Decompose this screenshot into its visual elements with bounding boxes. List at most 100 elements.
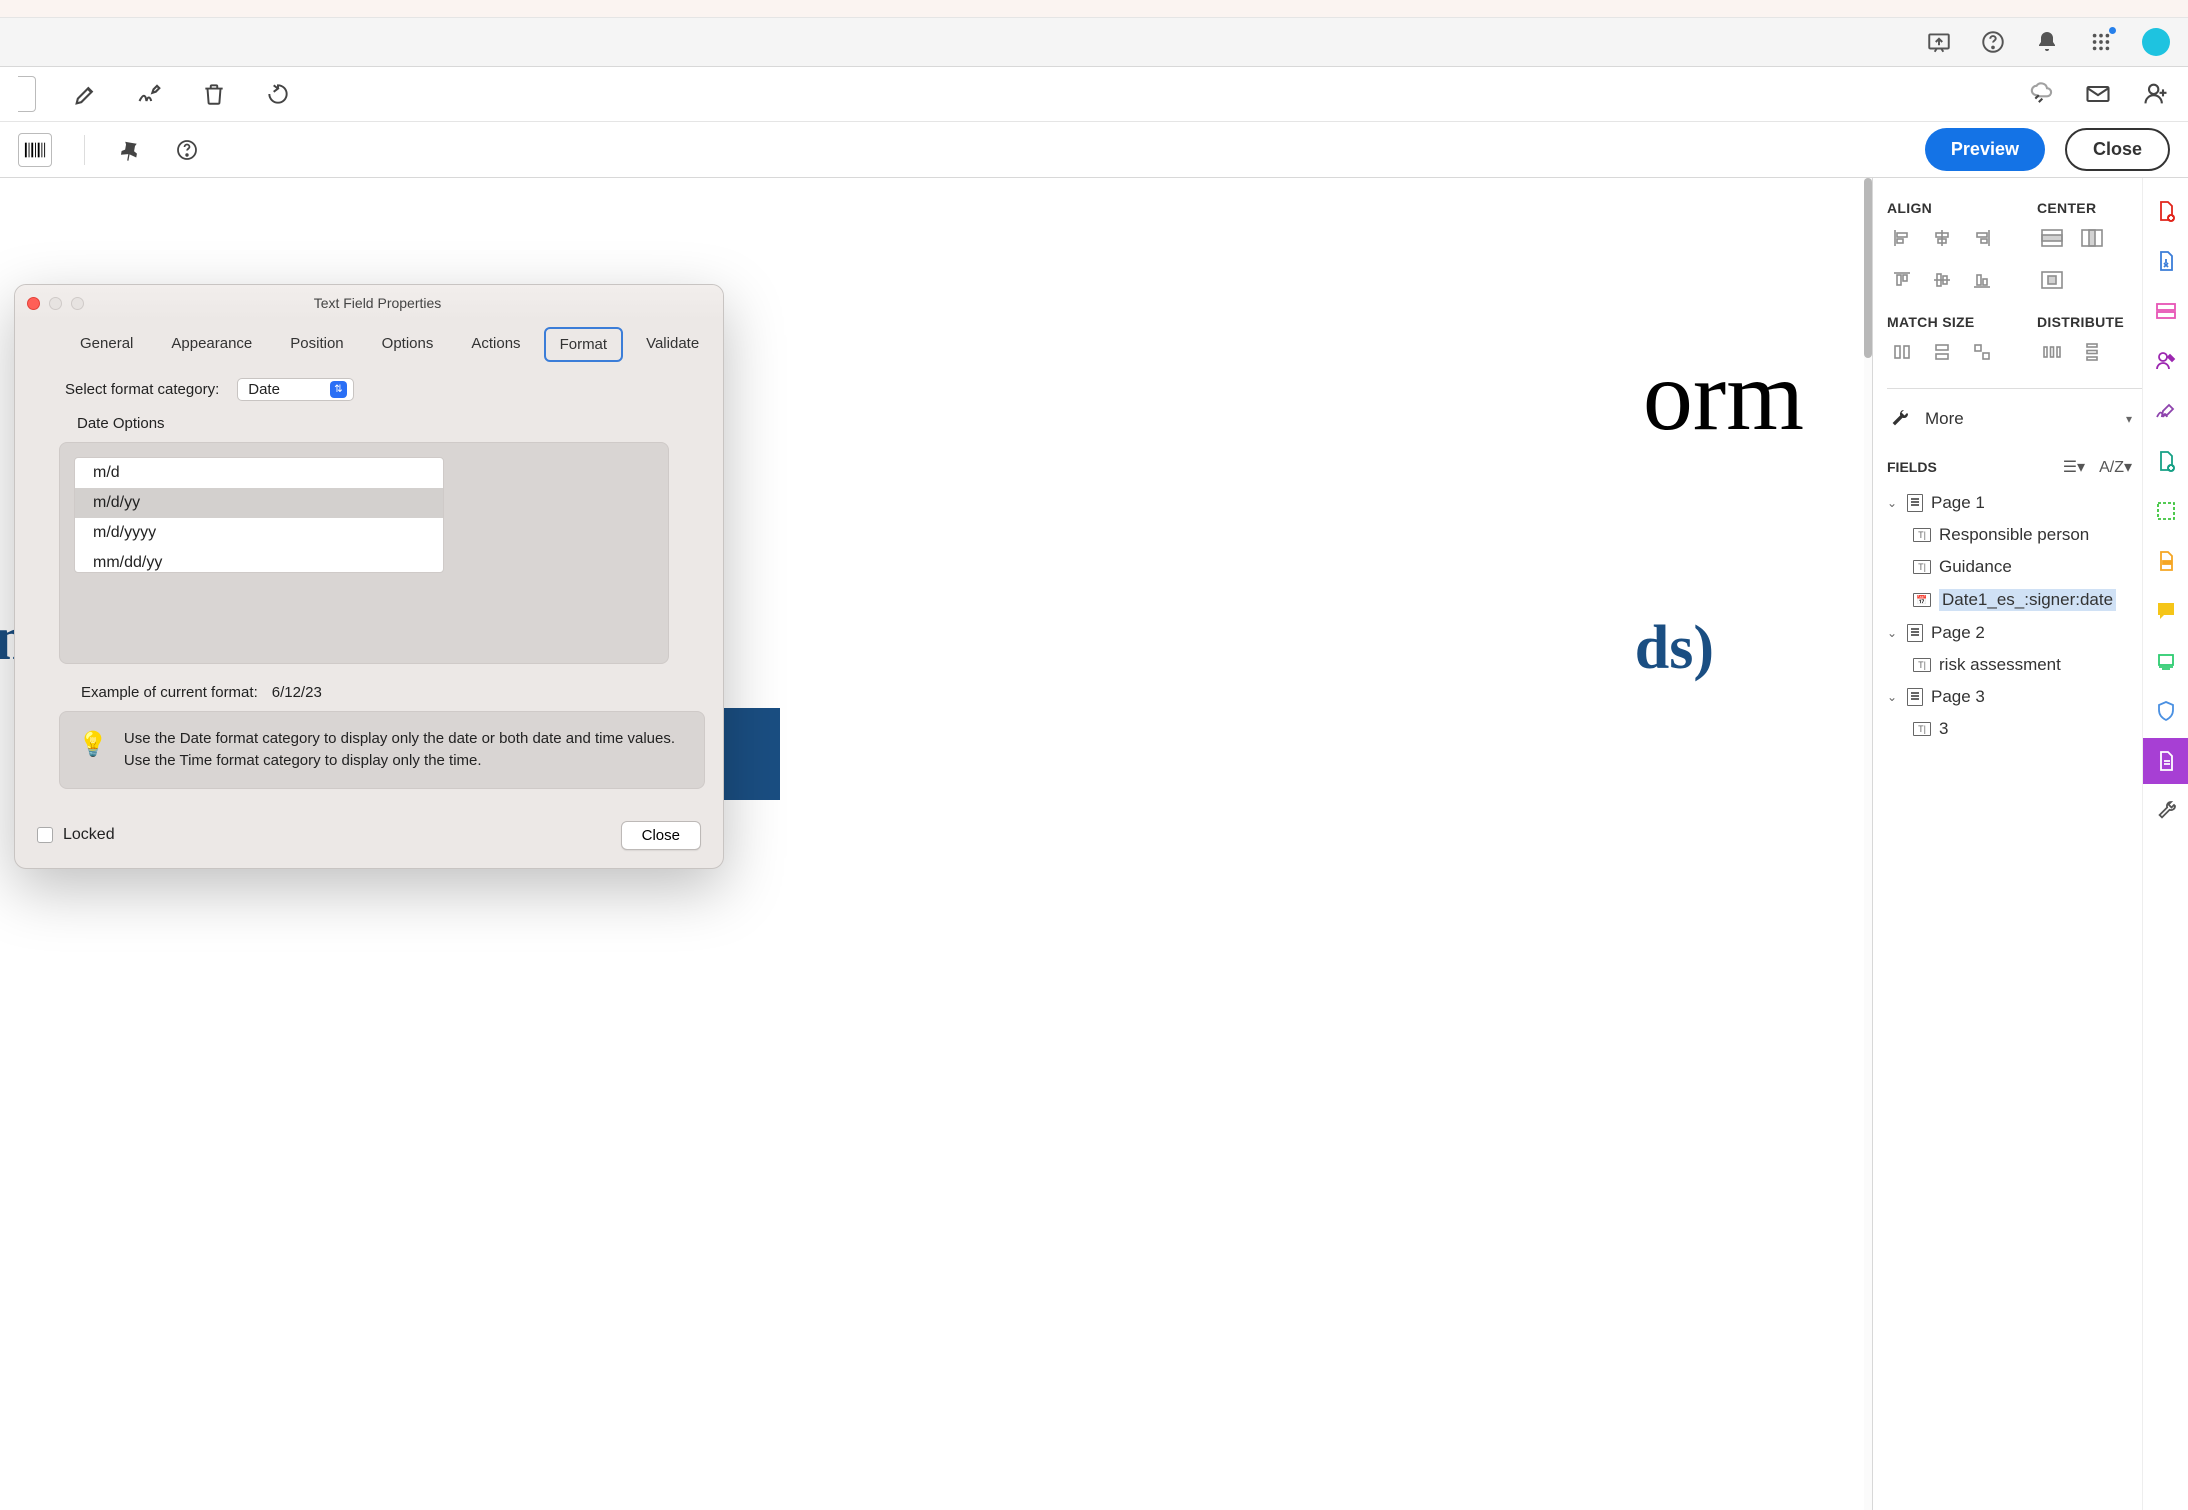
- scrollbar-thumb[interactable]: [1864, 178, 1872, 358]
- align-top-icon[interactable]: [1887, 268, 1917, 292]
- redo-icon[interactable]: [264, 80, 292, 108]
- date-format-listbox[interactable]: m/d m/d/yy m/d/yyyy mm/dd/yy: [74, 457, 444, 573]
- right-side-panel: ALIGN CENTER: [1872, 178, 2142, 1510]
- center-v-icon[interactable]: [2077, 226, 2107, 250]
- align-right-icon[interactable]: [1967, 226, 1997, 250]
- rail-export-icon[interactable]: [2143, 238, 2188, 284]
- dialog-title: Text Field Properties: [84, 295, 711, 311]
- tab-validate[interactable]: Validate: [631, 327, 714, 362]
- format-option-1[interactable]: m/d/yy: [75, 488, 443, 518]
- sign-icon[interactable]: [136, 80, 164, 108]
- tree-page-1[interactable]: ⌄ Page 1: [1887, 487, 2142, 519]
- trash-icon[interactable]: [200, 80, 228, 108]
- center-h-icon[interactable]: [2037, 226, 2067, 250]
- divider: [1887, 388, 2142, 389]
- app-menu-bar: [0, 18, 2188, 67]
- tab-options[interactable]: Options: [367, 327, 449, 362]
- doc-heading-fragment: orm: [1643, 338, 1804, 453]
- bell-icon[interactable]: [2034, 29, 2060, 55]
- wrench-icon: [1887, 407, 1911, 431]
- tree-field-guidance[interactable]: T| Guidance: [1887, 551, 2142, 583]
- rail-redact-icon[interactable]: [2143, 538, 2188, 584]
- center-both-icon[interactable]: [2037, 268, 2067, 292]
- checkbox-icon[interactable]: [37, 827, 53, 843]
- distribute-v-icon[interactable]: [2077, 340, 2107, 364]
- more-tools-row[interactable]: More ▾: [1887, 403, 2142, 443]
- share-screen-icon[interactable]: [1926, 29, 1952, 55]
- match-width-icon[interactable]: [1887, 340, 1917, 364]
- tree-page-2[interactable]: ⌄ Page 2: [1887, 617, 2142, 649]
- tree-field-date1[interactable]: 📅 Date1_es_:signer:date: [1887, 583, 2142, 617]
- date-options-label: Date Options: [77, 415, 699, 432]
- example-value: 6/12/23: [272, 684, 322, 701]
- traffic-close-icon[interactable]: [27, 297, 40, 310]
- distribute-h-icon[interactable]: [2037, 340, 2067, 364]
- document-canvas[interactable]: orm m ds) Text Field Properties General …: [0, 178, 1872, 1510]
- align-left-icon[interactable]: [1887, 226, 1917, 250]
- chevron-down-icon: ⌄: [1887, 496, 1899, 510]
- locked-checkbox[interactable]: Locked: [37, 826, 115, 844]
- envelope-icon[interactable]: [2084, 80, 2112, 108]
- rail-comment-icon[interactable]: [2143, 588, 2188, 634]
- format-option-0[interactable]: m/d: [75, 458, 443, 488]
- tab-general[interactable]: General: [65, 327, 148, 362]
- avatar[interactable]: [2142, 28, 2170, 56]
- rail-prepare-form-icon[interactable]: [2143, 738, 2188, 784]
- format-option-2[interactable]: m/d/yyyy: [75, 518, 443, 548]
- rail-protect-icon[interactable]: [2143, 688, 2188, 734]
- tab-format[interactable]: Format: [544, 327, 624, 362]
- help-icon[interactable]: [1980, 29, 2006, 55]
- scrollbar-track[interactable]: [1864, 178, 1872, 1510]
- rail-edit-icon[interactable]: [2143, 288, 2188, 334]
- dialog-close-button[interactable]: Close: [621, 821, 701, 850]
- close-form-button[interactable]: Close: [2065, 128, 2170, 171]
- tab-actions[interactable]: Actions: [456, 327, 535, 362]
- rail-compress-icon[interactable]: [2143, 488, 2188, 534]
- pin-icon[interactable]: [117, 136, 145, 164]
- rail-sign-request-icon[interactable]: [2143, 338, 2188, 384]
- example-label: Example of current format:: [81, 684, 258, 701]
- toolbar-form: Preview Close: [0, 122, 2188, 178]
- tab-calculate[interactable]: Calculate: [722, 327, 724, 362]
- rail-create-pdf-icon[interactable]: [2143, 188, 2188, 234]
- rail-organize-icon[interactable]: [2143, 438, 2188, 484]
- rail-scan-icon[interactable]: [2143, 638, 2188, 684]
- align-center-h-icon[interactable]: [1927, 226, 1957, 250]
- page-icon: [1907, 494, 1923, 512]
- highlighter-icon[interactable]: [72, 80, 100, 108]
- preview-button[interactable]: Preview: [1925, 128, 2045, 171]
- rail-fill-sign-icon[interactable]: [2143, 388, 2188, 434]
- tree-field-3[interactable]: T| 3: [1887, 713, 2142, 745]
- dialog-tabs: General Appearance Position Options Acti…: [15, 321, 723, 362]
- tab-position[interactable]: Position: [275, 327, 358, 362]
- help-outline-icon[interactable]: [173, 136, 201, 164]
- datefield-icon: 📅: [1913, 593, 1931, 607]
- toolbar-primary: [0, 67, 2188, 122]
- sort-lines-icon[interactable]: ☰▾: [2063, 457, 2085, 477]
- sort-az-icon[interactable]: A/Z▾: [2099, 457, 2132, 477]
- link-cloud-icon[interactable]: [2026, 80, 2054, 108]
- lightbulb-icon: 💡: [78, 728, 108, 772]
- add-person-icon[interactable]: [2142, 80, 2170, 108]
- center-label: CENTER: [2037, 200, 2142, 216]
- chevron-down-icon: ⌄: [1887, 690, 1899, 704]
- tree-field-risk[interactable]: T| risk assessment: [1887, 649, 2142, 681]
- panel-toggle-left[interactable]: [18, 76, 36, 112]
- rail-more-tools-icon[interactable]: [2143, 788, 2188, 834]
- match-both-icon[interactable]: [1967, 340, 1997, 364]
- align-bottom-icon[interactable]: [1967, 268, 1997, 292]
- match-height-icon[interactable]: [1927, 340, 1957, 364]
- dialog-titlebar[interactable]: Text Field Properties: [15, 285, 723, 321]
- locked-label: Locked: [63, 826, 115, 844]
- align-center-v-icon[interactable]: [1927, 268, 1957, 292]
- apps-grid-icon[interactable]: [2088, 29, 2114, 55]
- more-label: More: [1925, 409, 1964, 429]
- tree-page-3[interactable]: ⌄ Page 3: [1887, 681, 2142, 713]
- format-category-select[interactable]: Date ⇅: [237, 378, 354, 401]
- format-option-3[interactable]: mm/dd/yy: [75, 548, 443, 572]
- barcode-icon[interactable]: [18, 133, 52, 167]
- page-icon: [1907, 688, 1923, 706]
- match-size-label: MATCH SIZE: [1887, 314, 1997, 330]
- tab-appearance[interactable]: Appearance: [156, 327, 267, 362]
- tree-field-responsible[interactable]: T| Responsible person: [1887, 519, 2142, 551]
